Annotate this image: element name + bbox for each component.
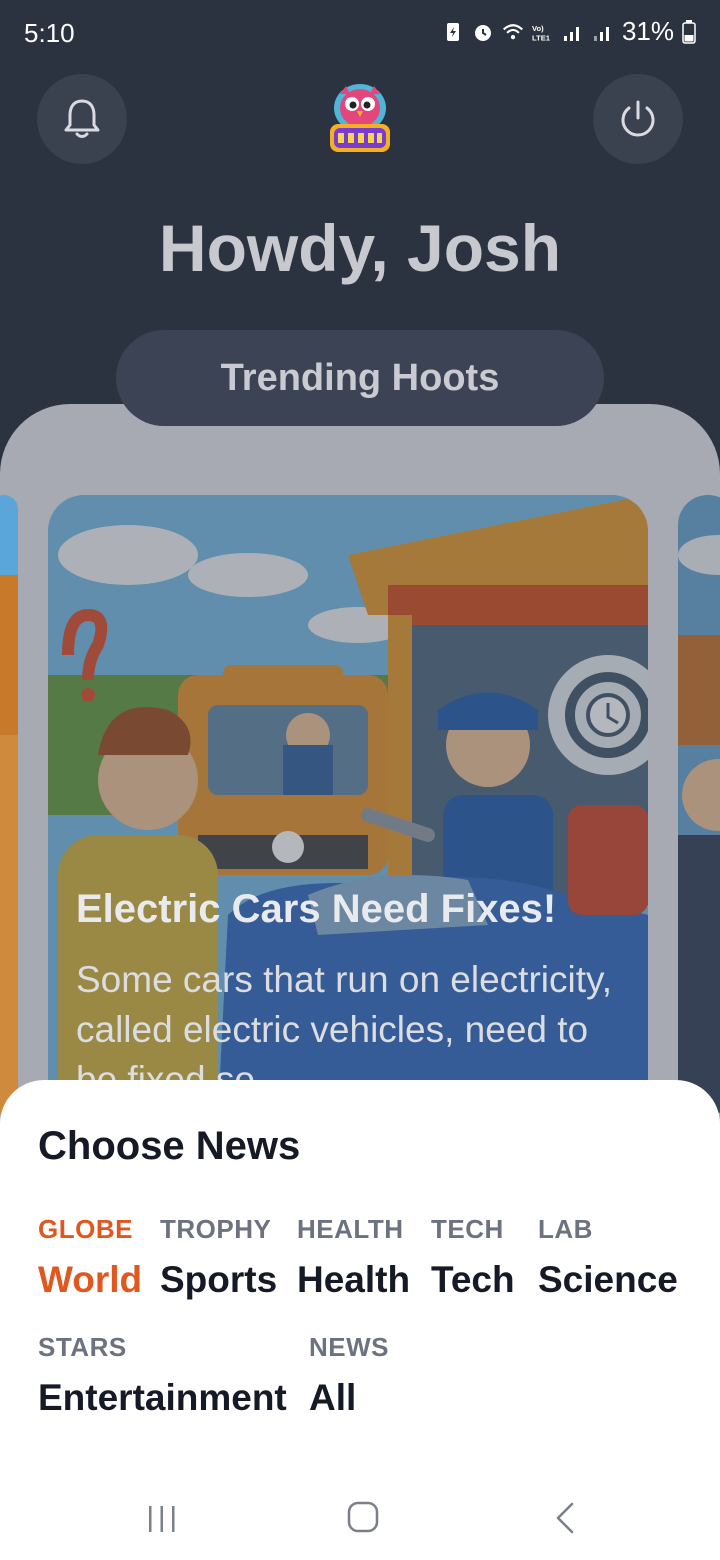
category-tag: TROPHY [160,1214,272,1244]
card-illustration-next [678,495,720,1115]
category-entertainment[interactable]: STARS Entertainment [38,1332,287,1419]
carousel-card-next[interactable] [678,495,720,1115]
category-label: Science [538,1259,678,1300]
status-time: 5:10 [24,18,75,48]
carousel-card-previous[interactable] [0,495,18,1115]
battery-icon [682,19,696,44]
battery-saver-icon [446,22,459,41]
wifi-icon [502,23,523,39]
category-tag: LAB [538,1214,593,1244]
svg-text:Vo): Vo) [532,24,544,33]
status-bar: 5:10 Vo) LTE1 31% [0,0,720,70]
category-all[interactable]: NEWS All [309,1332,389,1419]
category-tech[interactable]: TECH Tech [431,1214,515,1301]
category-tag: HEALTH [297,1214,404,1244]
category-tag: GLOBE [38,1214,133,1244]
signal-icon [593,26,609,41]
greeting-heading: Howdy, Josh [158,211,562,285]
recent-apps-icon[interactable] [146,1502,178,1536]
category-science[interactable]: LAB Science [538,1214,678,1301]
status-icons: Vo) LTE1 31% [442,16,696,47]
category-label: Tech [431,1259,515,1300]
category-health[interactable]: HEALTH Health [297,1214,410,1301]
alarm-icon [474,24,491,41]
trending-card[interactable]: Electric Cars Need Fixes! Some cars that… [48,495,648,1115]
notifications-button[interactable] [37,74,127,164]
trending-hoots-tab[interactable]: Trending Hoots [116,330,604,426]
system-nav-bar [0,1480,720,1560]
category-tag: NEWS [309,1332,389,1362]
bell-icon [64,99,100,138]
power-icon [621,100,655,137]
card-illustration-previous [0,495,18,1115]
back-icon[interactable] [552,1500,580,1536]
category-label: World [38,1259,143,1300]
volte-icon: Vo)LTE1 [532,24,551,42]
category-tag: STARS [38,1332,127,1362]
category-label: Health [297,1259,411,1300]
category-sports[interactable]: TROPHY Sports [160,1214,277,1301]
category-world[interactable]: GLOBE World [38,1214,142,1301]
battery-percent: 31% [621,16,674,46]
category-label: All [309,1377,357,1418]
signal-icon [563,26,579,41]
svg-text:LTE1: LTE1 [532,33,551,42]
card-title: Electric Cars Need Fixes! [76,887,557,931]
home-icon[interactable] [346,1500,380,1534]
daily-hoots-logo [330,84,390,152]
category-label: Sports [160,1259,278,1300]
category-tag: TECH [431,1214,504,1244]
category-label: Entertainment [38,1377,287,1418]
logout-button[interactable] [593,74,683,164]
sheet-title: Choose News [38,1124,301,1168]
